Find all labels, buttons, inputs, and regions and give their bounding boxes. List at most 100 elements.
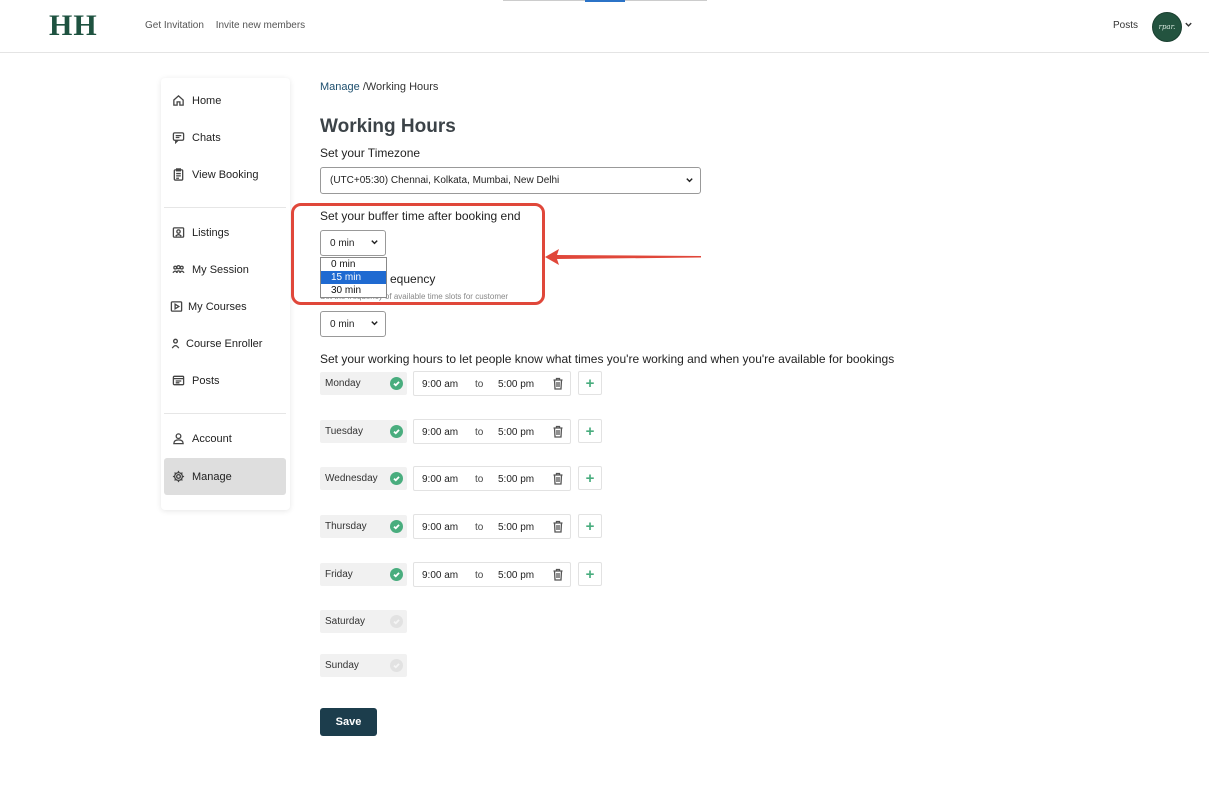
sidebar-divider — [164, 413, 286, 414]
trash-icon[interactable] — [552, 568, 564, 581]
invite-members-link[interactable]: Invite new members — [216, 20, 305, 31]
sidebar-item-label: Chats — [192, 131, 221, 144]
sidebar-item-label: Account — [192, 432, 232, 445]
play-icon — [164, 300, 188, 313]
add-slot-button[interactable]: + — [578, 514, 602, 538]
add-slot-button[interactable]: + — [578, 371, 602, 395]
clipboard-icon — [164, 168, 192, 181]
top-tab-line — [503, 0, 585, 1]
top-tab-line — [625, 0, 707, 1]
sidebar-item-listings[interactable]: Listings — [164, 214, 286, 251]
day-name: Sunday — [325, 660, 359, 671]
timezone-label: Set your Timezone — [320, 146, 421, 160]
listing-icon — [164, 226, 192, 239]
day-friday[interactable]: Friday — [320, 563, 407, 586]
get-invitation-link[interactable]: Get Invitation — [145, 20, 204, 31]
logo[interactable]: HH — [49, 9, 98, 43]
day-name: Wednesday — [325, 473, 378, 484]
highlight-box — [291, 203, 545, 305]
sidebar-item-label: Course Enroller — [186, 337, 263, 350]
time-range: 9:00 am to 5:00 pm — [413, 562, 571, 587]
chat-icon — [164, 131, 192, 144]
sidebar-item-my-session[interactable]: My Session — [164, 251, 286, 288]
end-time-field[interactable]: 5:00 pm — [498, 522, 534, 533]
sidebar-item-label: Posts — [192, 374, 220, 387]
arrow-icon — [543, 246, 703, 273]
check-circle-icon[interactable] — [390, 520, 403, 533]
check-circle-icon[interactable] — [390, 472, 403, 485]
home-icon — [164, 94, 192, 107]
trash-icon[interactable] — [552, 377, 564, 390]
working-hours-label: Set your working hours to let people kno… — [320, 352, 895, 366]
frequency-select[interactable]: 0 min — [320, 311, 386, 337]
sidebar: Home Chats View Booking Listings My Sess… — [161, 78, 290, 510]
account-icon — [164, 432, 192, 445]
save-button[interactable]: Save — [320, 708, 377, 736]
sidebar-item-home[interactable]: Home — [164, 82, 286, 119]
day-thursday[interactable]: Thursday — [320, 515, 407, 538]
day-tuesday[interactable]: Tuesday — [320, 420, 407, 443]
check-circle-icon[interactable] — [390, 377, 403, 390]
chevron-down-icon[interactable] — [1184, 20, 1193, 32]
breadcrumb: Manage /Working Hours — [320, 81, 438, 93]
add-slot-button[interactable]: + — [578, 419, 602, 443]
sidebar-item-label: Manage — [192, 470, 232, 483]
start-time-field[interactable]: 9:00 am — [422, 474, 458, 485]
start-time-field[interactable]: 9:00 am — [422, 427, 458, 438]
frequency-value: 0 min — [330, 318, 355, 330]
trash-icon[interactable] — [552, 520, 564, 533]
sidebar-item-course-enroller[interactable]: Course Enroller — [164, 325, 286, 362]
add-slot-button[interactable]: + — [578, 466, 602, 490]
time-range: 9:00 am to 5:00 pm — [413, 466, 571, 491]
breadcrumb-manage-link[interactable]: Manage — [320, 81, 360, 93]
sidebar-item-my-courses[interactable]: My Courses — [164, 288, 286, 325]
day-name: Saturday — [325, 616, 366, 627]
day-wednesday[interactable]: Wednesday — [320, 467, 407, 490]
timezone-value: (UTC+05:30) Chennai, Kolkata, Mumbai, Ne… — [330, 175, 560, 186]
check-circle-icon[interactable] — [390, 568, 403, 581]
start-time-field[interactable]: 9:00 am — [422, 522, 458, 533]
sidebar-item-chats[interactable]: Chats — [164, 119, 286, 156]
sidebar-item-view-booking[interactable]: View Booking — [164, 156, 286, 193]
timezone-select[interactable]: (UTC+05:30) Chennai, Kolkata, Mumbai, Ne… — [320, 167, 701, 194]
end-time-field[interactable]: 5:00 pm — [498, 474, 534, 485]
top-nav: Get Invitation Invite new members — [145, 20, 314, 31]
avatar[interactable]: rpar. — [1152, 12, 1182, 42]
check-circle-icon[interactable] — [390, 615, 403, 628]
sidebar-item-label: View Booking — [192, 168, 259, 181]
check-circle-icon[interactable] — [390, 425, 403, 438]
day-monday[interactable]: Monday — [320, 372, 407, 395]
top-bar: HH Get Invitation Invite new members Pos… — [0, 0, 1209, 53]
chevron-down-icon — [370, 319, 379, 330]
group-icon — [164, 263, 192, 276]
posts-icon — [164, 374, 192, 387]
day-saturday[interactable]: Saturday — [320, 610, 407, 633]
trash-icon[interactable] — [552, 425, 564, 438]
sidebar-item-label: My Session — [192, 263, 249, 276]
sidebar-item-posts[interactable]: Posts — [164, 362, 286, 399]
sidebar-item-manage[interactable]: Manage — [164, 458, 286, 495]
day-name: Thursday — [325, 521, 367, 532]
posts-link[interactable]: Posts — [1113, 20, 1138, 31]
sidebar-item-label: My Courses — [188, 300, 247, 313]
end-time-field[interactable]: 5:00 pm — [498, 570, 534, 581]
top-tab-line-active — [585, 0, 625, 2]
trash-icon[interactable] — [552, 472, 564, 485]
start-time-field[interactable]: 9:00 am — [422, 379, 458, 390]
day-sunday[interactable]: Sunday — [320, 654, 407, 677]
add-slot-button[interactable]: + — [578, 562, 602, 586]
breadcrumb-current: /Working Hours — [359, 81, 439, 93]
end-time-field[interactable]: 5:00 pm — [498, 427, 534, 438]
end-time-field[interactable]: 5:00 pm — [498, 379, 534, 390]
day-name: Tuesday — [325, 426, 363, 437]
time-range: 9:00 am to 5:00 pm — [413, 514, 571, 539]
page-title: Working Hours — [320, 116, 456, 137]
start-time-field[interactable]: 9:00 am — [422, 570, 458, 581]
chevron-down-icon — [685, 175, 694, 186]
day-name: Friday — [325, 569, 353, 580]
sidebar-item-account[interactable]: Account — [164, 420, 286, 457]
day-name: Monday — [325, 378, 361, 389]
to-label: to — [475, 379, 484, 390]
to-label: to — [475, 474, 484, 485]
check-circle-icon[interactable] — [390, 659, 403, 672]
